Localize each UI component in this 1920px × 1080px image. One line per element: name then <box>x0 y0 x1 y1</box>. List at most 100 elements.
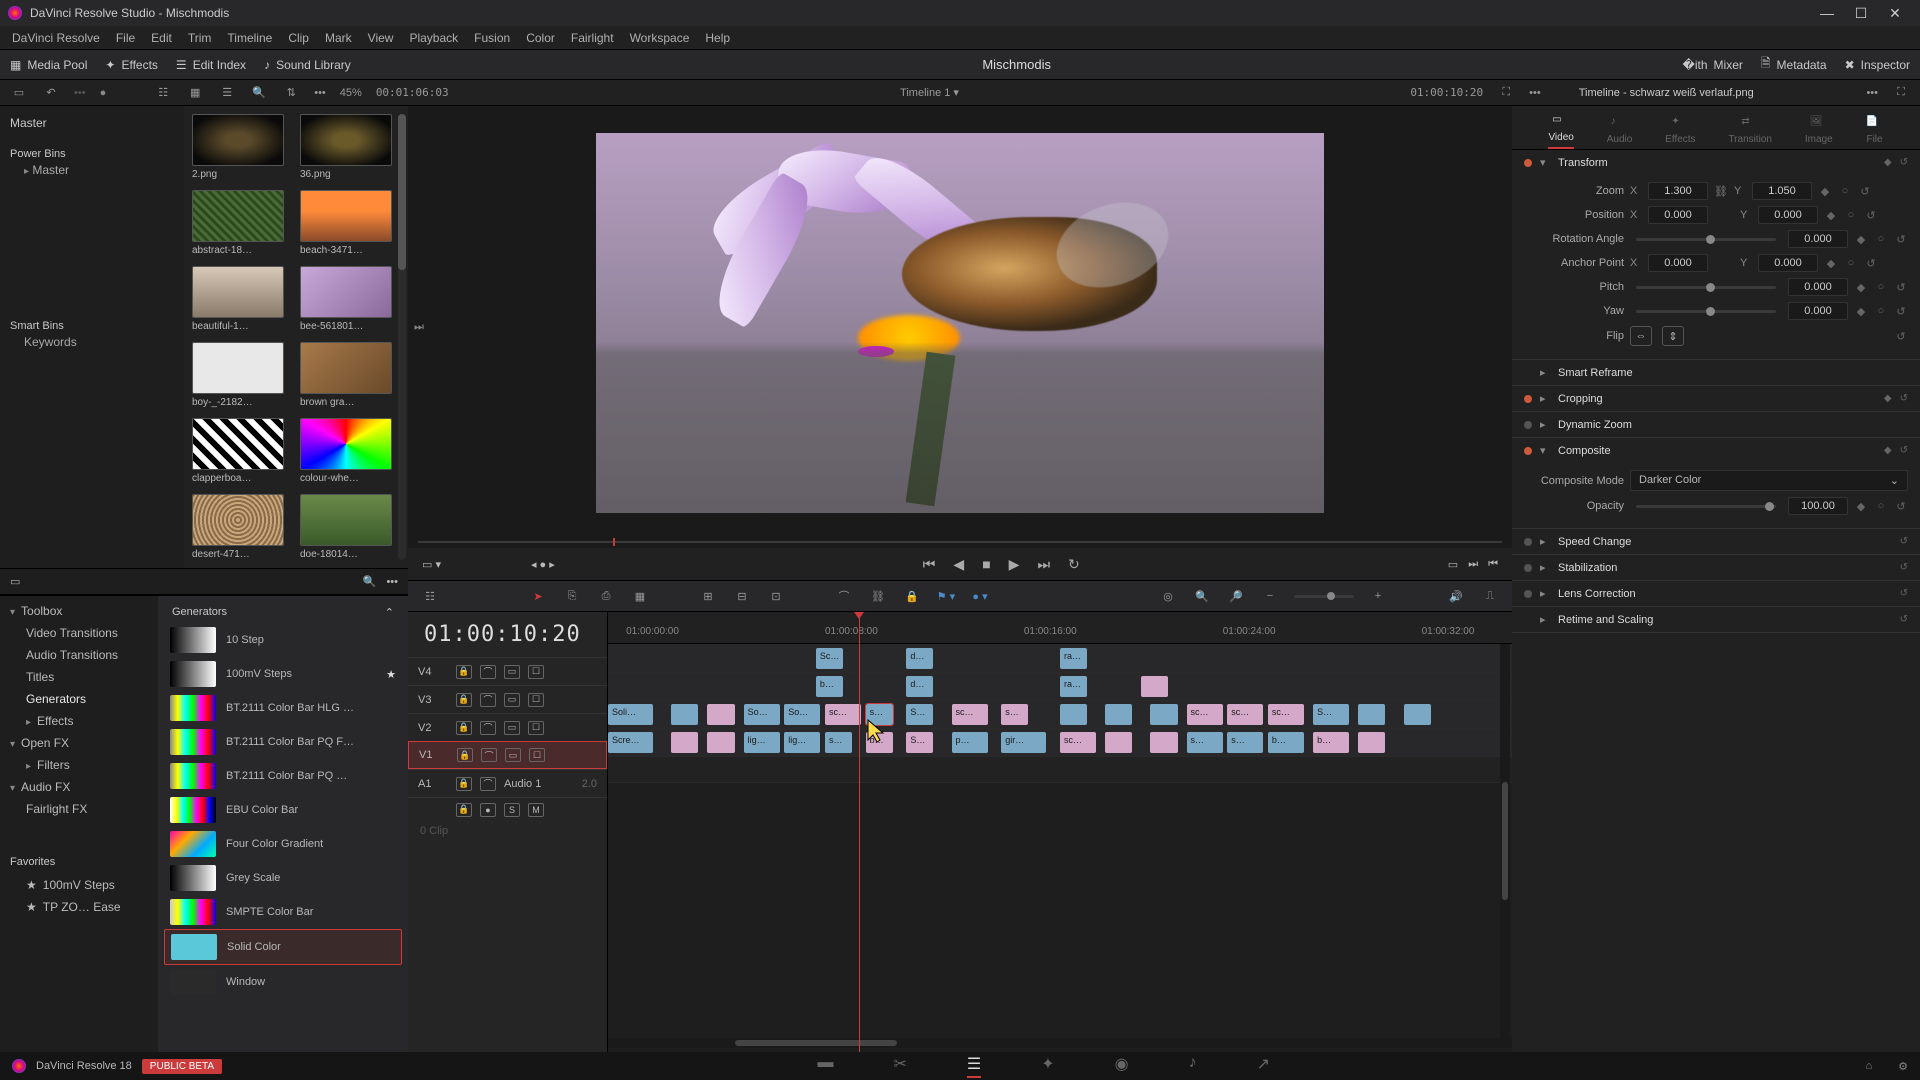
viewer-zoom[interactable]: 45% <box>340 87 362 99</box>
menu-clip[interactable]: Clip <box>288 31 309 45</box>
timeline-clip[interactable] <box>1150 704 1177 725</box>
timeline-clip[interactable]: s… <box>1001 704 1028 725</box>
trim-tool[interactable]: ⎘ <box>562 586 582 606</box>
timeline-clip[interactable]: sc… <box>1187 704 1223 725</box>
audiofx-node[interactable]: Audio FX <box>0 776 158 798</box>
zoom-out[interactable]: − <box>1260 586 1280 606</box>
timeline-clip[interactable] <box>1105 704 1132 725</box>
play-button[interactable]: ▶ <box>1009 556 1020 573</box>
menu-timeline[interactable]: Timeline <box>227 31 272 45</box>
fairlight-page[interactable]: ♪ <box>1189 1054 1197 1078</box>
cropping-header[interactable]: ▸Cropping◆↺ <box>1512 386 1920 411</box>
timeline-clip[interactable]: Sc… <box>816 648 843 669</box>
timeline-clip[interactable]: p… <box>952 732 988 753</box>
collapse-icon[interactable]: ⌃ <box>385 606 394 619</box>
media-thumb[interactable]: doe-18014… <box>300 494 392 560</box>
custom-zoom[interactable]: 🔎 <box>1226 586 1246 606</box>
menu-trim[interactable]: Trim <box>188 31 212 45</box>
anchor-x-input[interactable]: 0.000 <box>1648 254 1708 272</box>
titles[interactable]: Titles <box>0 666 158 688</box>
mixer-mini[interactable]: ⎍ <box>1480 586 1500 606</box>
track-v4[interactable]: Sc…d…ra… <box>608 644 1512 672</box>
stop-button[interactable]: ■ <box>982 556 990 573</box>
flag-button[interactable]: ⚑ ▾ <box>936 586 956 606</box>
fav-100mv[interactable]: ★ 100mV Steps <box>0 874 158 896</box>
menu-fusion[interactable]: Fusion <box>474 31 510 45</box>
transform-header[interactable]: ▾Transform◆↺ <box>1512 150 1920 175</box>
track-v2[interactable]: Soli…So…So…sc…s…S…sc…s…sc…sc…sc…S… <box>608 700 1512 728</box>
playhead[interactable] <box>859 612 860 1052</box>
pos-y-input[interactable]: 0.000 <box>1758 206 1818 224</box>
color-page[interactable]: ◉ <box>1115 1054 1129 1078</box>
smart-reframe-header[interactable]: ▸Smart Reframe <box>1512 360 1920 385</box>
media-thumb[interactable]: 36.png <box>300 114 392 180</box>
replace-clip[interactable]: ⊡ <box>766 586 786 606</box>
lock-icon[interactable]: 🔒 <box>456 803 472 817</box>
generator-item[interactable]: Solid Color <box>164 929 402 965</box>
fusion-page[interactable]: ✦ <box>1041 1054 1054 1078</box>
lens-correction-header[interactable]: ▸Lens Correction↺ <box>1512 581 1920 606</box>
menu-file[interactable]: File <box>116 31 135 45</box>
timeline-clip[interactable]: S… <box>906 704 933 725</box>
curve-icon[interactable]: ⌒ <box>480 777 496 791</box>
vert-scrollbar[interactable] <box>1500 644 1510 1038</box>
timeline-clip[interactable]: lig… <box>784 732 820 753</box>
inspector-tab-audio[interactable]: ♪Audio <box>1607 116 1633 149</box>
openfx-node[interactable]: Open FX <box>0 732 158 754</box>
timeline-clip[interactable]: s… <box>825 732 852 753</box>
audio-toggle[interactable]: 🔊 <box>1446 586 1466 606</box>
close-button[interactable]: ✕ <box>1878 5 1912 22</box>
zoom-in[interactable]: + <box>1368 586 1388 606</box>
timeline-clip[interactable]: b… <box>1268 732 1304 753</box>
media-thumb[interactable]: boy-_-2182… <box>192 342 284 408</box>
overwrite-clip[interactable]: ⊟ <box>732 586 752 606</box>
fx-search[interactable]: 🔍 <box>363 575 377 588</box>
track-a1[interactable] <box>608 756 1512 782</box>
track-header-v1[interactable]: V1🔒⌒▭☐ <box>408 741 607 769</box>
viewer-expand[interactable]: ⛶ <box>1497 84 1515 102</box>
viewer-scrubber[interactable] <box>418 536 1502 548</box>
timeline-clip[interactable]: sc… <box>825 704 861 725</box>
home-button[interactable]: ⌂ <box>1865 1060 1872 1072</box>
timeline-clip[interactable]: ra… <box>1060 676 1087 697</box>
timeline-clip[interactable] <box>707 732 734 753</box>
generators[interactable]: Generators <box>0 688 158 710</box>
audio-track-header[interactable]: A1 🔒 ⌒ Audio 1 2.0 <box>408 769 607 797</box>
timeline-clip[interactable] <box>1060 704 1087 725</box>
fairlight-fx[interactable]: Fairlight FX <box>0 798 158 820</box>
timeline-clip[interactable]: Soli… <box>608 704 653 725</box>
maximize-button[interactable]: ☐ <box>1844 5 1878 22</box>
selection-tool[interactable]: ➤ <box>528 586 548 606</box>
first-frame-button[interactable]: ⏮ <box>923 556 936 573</box>
effects-toggle[interactable]: ✦ Effects <box>105 58 158 72</box>
timeline-clip[interactable]: lig… <box>744 732 780 753</box>
audio-transitions[interactable]: Audio Transitions <box>0 644 158 666</box>
timeline-clip[interactable] <box>1404 704 1431 725</box>
pos-x-input[interactable]: 0.000 <box>1648 206 1708 224</box>
generator-item[interactable]: 10 Step <box>164 623 402 657</box>
yaw-slider[interactable] <box>1636 310 1776 313</box>
deliver-page[interactable]: ↗ <box>1257 1054 1270 1078</box>
dynamic-zoom-header[interactable]: ▸Dynamic Zoom <box>1512 412 1920 437</box>
power-bin-master[interactable]: Master <box>10 160 174 180</box>
mixer-toggle[interactable]: �ith Mixer <box>1683 58 1743 72</box>
track-v3[interactable]: b…d…ra… <box>608 672 1512 700</box>
blade-tool[interactable]: ▦ <box>630 586 650 606</box>
timeline-clip[interactable]: d… <box>906 676 933 697</box>
fav-tpzo[interactable]: ★ TP ZO… Ease <box>0 896 158 918</box>
match-frame-button[interactable]: ▭ ▾ <box>422 558 441 571</box>
replace-button[interactable]: ⏮ <box>1488 558 1498 571</box>
strip-view-button[interactable]: ☰ <box>218 84 236 102</box>
edit-index-toggle[interactable]: ☰ Edit Index <box>176 58 246 72</box>
media-thumb[interactable]: brown gra… <box>300 342 392 408</box>
filters[interactable]: Filters <box>0 754 158 776</box>
media-thumb[interactable]: beautiful-1… <box>192 266 284 332</box>
thumb-view-button[interactable]: ▦ <box>186 84 204 102</box>
timeline-clip[interactable]: gir… <box>1001 732 1046 753</box>
rotation-slider[interactable] <box>1636 238 1776 241</box>
fx-panel-toggle[interactable]: ▭ <box>10 575 20 588</box>
search-button[interactable]: 🔍 <box>250 84 268 102</box>
timeline-clip[interactable]: So… <box>744 704 780 725</box>
link-toggle[interactable]: ⛓ <box>868 586 888 606</box>
dynamic-trim-tool[interactable]: ⎙ <box>596 586 616 606</box>
